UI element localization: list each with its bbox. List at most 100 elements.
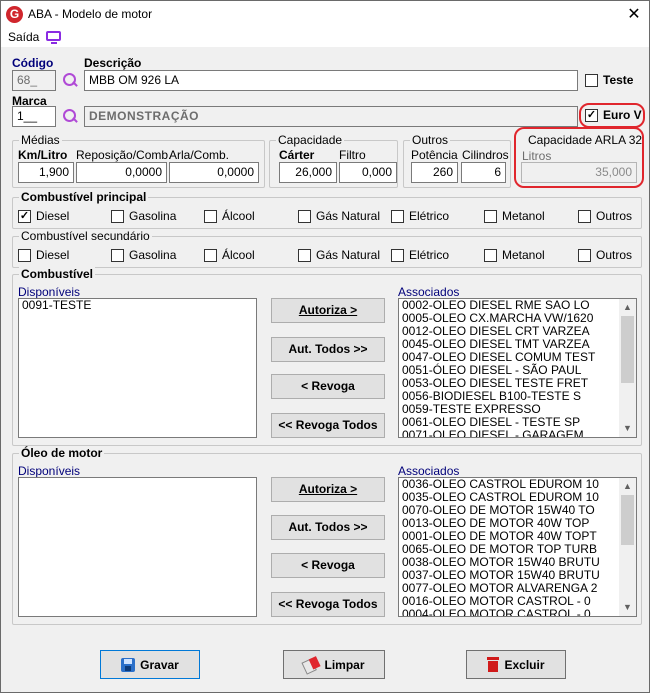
oleo-title: Óleo de motor (19, 446, 105, 460)
marca-input[interactable]: 1__ (12, 106, 56, 127)
oleo-revoga-button[interactable]: < Revoga (271, 553, 385, 578)
principal-outros-label: Outros (596, 209, 633, 223)
marca-descricao-field: DEMONSTRAÇÃO (84, 106, 578, 127)
descricao-input[interactable]: MBB OM 926 LA (84, 70, 578, 91)
comb-associados-list[interactable]: 0002-OLEO DIESEL RME SAO LO 0005-OLEO CX… (398, 298, 637, 438)
principal-gas-natural-checkbox[interactable] (298, 210, 311, 223)
save-disk-icon (121, 657, 136, 672)
principal-alcool-checkbox[interactable] (204, 210, 217, 223)
outros-title: Outros (410, 133, 451, 147)
km-litro-input[interactable]: 1,900 (18, 162, 74, 183)
comb-aut-todos-button[interactable]: Aut. Todos >> (271, 337, 385, 362)
euro-v-label: Euro V (603, 108, 642, 122)
search-icon[interactable] (62, 108, 78, 124)
scroll-down-icon[interactable]: ▼ (619, 599, 636, 616)
limpar-label: Limpar (324, 657, 365, 672)
search-icon[interactable] (62, 72, 78, 88)
secundario-outros-checkbox[interactable] (578, 249, 591, 262)
litros-label: Litros (522, 149, 552, 163)
close-icon[interactable]: ✕ (621, 3, 647, 27)
oleo-associados-label: Associados (398, 464, 460, 478)
scroll-down-icon[interactable]: ▼ (619, 420, 636, 437)
menu-item-saida[interactable]: Saída (8, 29, 39, 45)
principal-eletrico-checkbox[interactable] (391, 210, 404, 223)
principal-outros-checkbox[interactable] (578, 210, 591, 223)
descricao-label: Descrição (84, 56, 142, 70)
secundario-gasolina-checkbox[interactable] (111, 249, 124, 262)
oleo-autoriza-button[interactable]: Autoriza > (271, 477, 385, 502)
oleo-aut-todos-button[interactable]: Aut. Todos >> (271, 515, 385, 540)
reposicao-label: Reposição/Comb. (76, 148, 172, 162)
comb-autoriza-button[interactable]: Autoriza > (271, 298, 385, 323)
arla-title: Capacidade ARLA 32 (528, 133, 643, 147)
comb-associados-label: Associados (398, 285, 460, 299)
oleo-disponiveis-list[interactable] (18, 477, 257, 617)
arla-comb-label: Arla/Comb. (169, 148, 230, 162)
comb-revoga-todos-button[interactable]: << Revoga Todos (271, 413, 385, 438)
potencia-input[interactable]: 260 (411, 162, 458, 183)
comb-revoga-button[interactable]: < Revoga (271, 374, 385, 399)
scroll-thumb[interactable] (621, 316, 634, 383)
principal-diesel-checkbox[interactable]: ✓ (18, 210, 31, 223)
title-bar: G ABA - Modelo de motor ✕ (1, 1, 649, 29)
oleo-disponiveis-label: Disponíveis (18, 464, 81, 478)
limpar-button[interactable]: Limpar (283, 650, 385, 679)
combustivel-title: Combustível (19, 267, 96, 281)
list-item[interactable]: 0091-TESTE (19, 299, 256, 312)
scroll-up-icon[interactable]: ▲ (619, 478, 636, 495)
comb-disponiveis-label: Disponíveis (18, 285, 81, 299)
excluir-button[interactable]: Excluir (466, 650, 566, 679)
oleo-revoga-todos-button[interactable]: << Revoga Todos (271, 592, 385, 617)
scroll-up-icon[interactable]: ▲ (619, 299, 636, 316)
teste-label: Teste (603, 73, 634, 87)
combustivel-secundario-title: Combustível secundário (19, 229, 152, 243)
comb-disponiveis-list[interactable]: 0091-TESTE (18, 298, 257, 438)
secundario-gas-natural-checkbox[interactable] (298, 249, 311, 262)
filtro-input[interactable]: 0,000 (339, 162, 397, 183)
trash-icon (487, 657, 500, 672)
principal-gas-natural-label: Gás Natural (316, 209, 381, 223)
secundario-gasolina-label: Gasolina (129, 248, 177, 262)
list-item[interactable]: 0004-OLEO MOTOR CASTROL - 0 (399, 608, 636, 617)
secundario-metanol-checkbox[interactable] (484, 249, 497, 262)
secundario-gas-natural-label: Gás Natural (316, 248, 381, 262)
secundario-alcool-checkbox[interactable] (204, 249, 217, 262)
principal-metanol-label: Metanol (502, 209, 545, 223)
secundario-eletrico-label: Elétrico (409, 248, 450, 262)
principal-diesel-label: Diesel (36, 209, 70, 223)
secundario-diesel-checkbox[interactable] (18, 249, 31, 262)
cilindros-input[interactable]: 6 (461, 162, 506, 183)
km-litro-label: Km/Litro (18, 148, 68, 162)
teste-checkbox[interactable] (585, 74, 598, 87)
secundario-outros-label: Outros (596, 248, 633, 262)
window: G ABA - Modelo de motor ✕ Saída Código 6… (0, 0, 650, 693)
potencia-label: Potência (411, 148, 458, 162)
oleo-autoriza-label: Autoriza > (298, 482, 358, 496)
codigo-input[interactable]: 68_ (12, 70, 56, 91)
cilindros-label: Cilindros (462, 148, 509, 162)
oleo-associados-scrollbar[interactable]: ▲ ▼ (619, 478, 636, 616)
euro-v-checkbox[interactable]: ✓ (585, 109, 598, 122)
gravar-label: Gravar (140, 657, 179, 672)
list-item[interactable]: 0071-OLEO DIESEL - GARAGEM (399, 429, 636, 438)
comb-autoriza-label: Autoriza > (298, 303, 358, 317)
secundario-eletrico-checkbox[interactable] (391, 249, 404, 262)
menu-bar: Saída (1, 29, 649, 47)
arla-comb-input[interactable]: 0,0000 (169, 162, 259, 183)
principal-gasolina-label: Gasolina (129, 209, 177, 223)
gravar-button[interactable]: Gravar (100, 650, 200, 679)
secundario-alcool-label: Álcool (222, 248, 255, 262)
principal-metanol-checkbox[interactable] (484, 210, 497, 223)
principal-eletrico-label: Elétrico (409, 209, 450, 223)
oleo-associados-list[interactable]: 0036-OLEO CASTROL EDUROM 10 0035-OLEO CA… (398, 477, 637, 617)
scroll-thumb[interactable] (621, 495, 634, 545)
monitor-icon[interactable] (46, 31, 61, 44)
reposicao-input[interactable]: 0,0000 (76, 162, 167, 183)
principal-gasolina-checkbox[interactable] (111, 210, 124, 223)
carter-input[interactable]: 26,000 (279, 162, 337, 183)
capacidade-title: Capacidade (276, 133, 345, 147)
litros-input: 35,000 (521, 162, 637, 183)
window-title: ABA - Modelo de motor (28, 7, 153, 21)
medias-title: Médias (19, 133, 62, 147)
comb-associados-scrollbar[interactable]: ▲ ▼ (619, 299, 636, 437)
